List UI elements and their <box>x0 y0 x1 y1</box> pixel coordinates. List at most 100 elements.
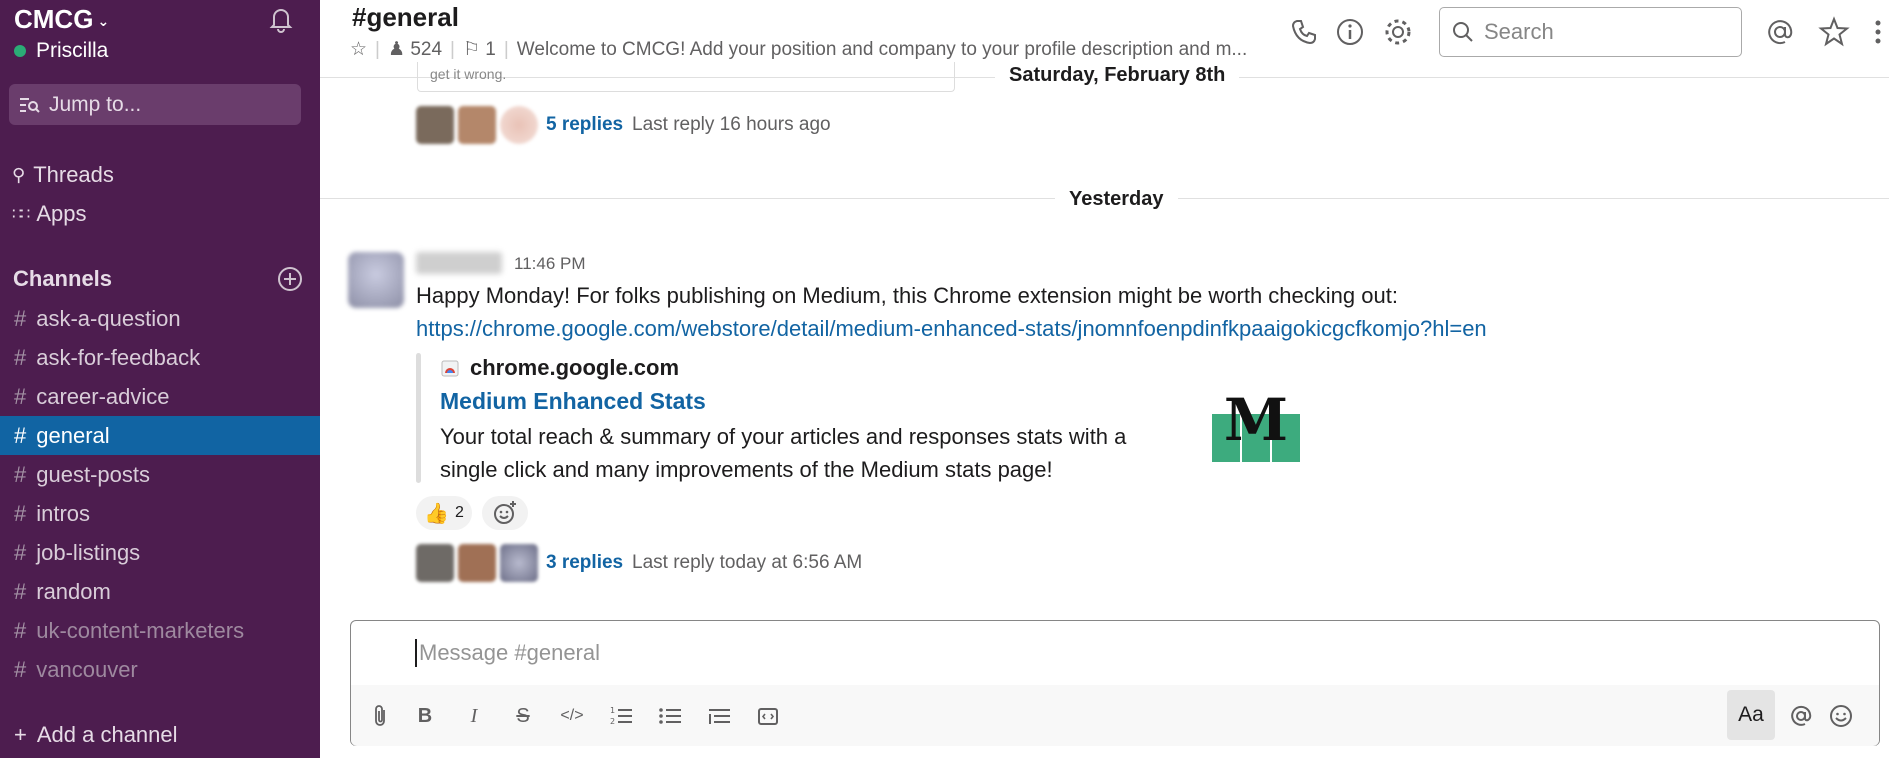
previous-message-snippet: get it wrong. <box>417 62 955 92</box>
message-composer[interactable]: Message #general B I S </> 12 Aa <box>350 620 1880 746</box>
sidebar-item-channel[interactable]: # ask-a-question <box>0 299 320 338</box>
chevron-down-icon: ⌄ <box>97 13 110 29</box>
message-text: Happy Monday! For folks publishing on Me… <box>416 283 1398 308</box>
ordered-list-icon[interactable]: 12 <box>605 700 637 732</box>
message-timestamp[interactable]: 11:46 PM <box>514 254 586 274</box>
sidebar: CMCG ⌄ Priscilla Jump to... ⚲ Threads ∷∷… <box>0 0 320 758</box>
thread-participant-avatar <box>500 106 538 144</box>
sidebar-item-channel[interactable]: # intros <box>0 494 320 533</box>
jump-to-icon <box>20 97 40 113</box>
pins-button[interactable]: ⚐ 1 <box>463 38 496 61</box>
sidebar-item-label: Threads <box>33 162 114 187</box>
channels-header[interactable]: Channels <box>13 266 303 292</box>
sidebar-item-channel[interactable]: # guest-posts <box>0 455 320 494</box>
medium-logo-thumbnail[interactable]: M <box>1212 374 1300 462</box>
plus-icon: + <box>14 722 27 747</box>
search-icon <box>1453 22 1473 42</box>
channel-label: vancouver <box>36 656 138 682</box>
jump-to-button[interactable]: Jump to... <box>9 84 301 125</box>
thread-replies-link[interactable]: 5 replies <box>546 114 623 136</box>
sidebar-item-threads[interactable]: ⚲ Threads <box>12 162 114 188</box>
thread-participant-avatar <box>458 106 496 144</box>
person-icon: ♟ <box>387 39 406 60</box>
workspace-menu[interactable]: CMCG ⌄ <box>14 4 109 35</box>
thread-participant-avatar <box>416 106 454 144</box>
hash-icon: # <box>14 539 27 565</box>
bulleted-list-icon[interactable] <box>654 700 686 732</box>
channel-label: job-listings <box>36 539 141 565</box>
mention-icon[interactable] <box>1785 700 1817 732</box>
phone-icon[interactable] <box>1288 16 1320 48</box>
hash-icon: # <box>14 344 27 370</box>
hash-icon: # <box>14 422 27 448</box>
bold-icon[interactable]: B <box>409 700 441 732</box>
formatting-toggle-button[interactable]: Aa <box>1727 690 1775 740</box>
sidebar-item-channel[interactable]: # career-advice <box>0 377 320 416</box>
attachment-title-link[interactable]: Medium Enhanced Stats <box>440 388 706 415</box>
sidebar-item-channel-active[interactable]: # general <box>0 416 320 455</box>
channel-title[interactable]: #general <box>352 2 459 33</box>
add-channel-button[interactable]: + Add a channel <box>14 722 178 748</box>
add-channel-label: Add a channel <box>36 722 178 747</box>
divider: | <box>375 38 380 60</box>
add-channel-plus-icon[interactable] <box>277 266 303 292</box>
pin-icon: ⚐ <box>462 39 480 60</box>
paperclip-icon[interactable] <box>365 700 397 732</box>
divider: | <box>503 38 509 60</box>
starred-items-icon[interactable] <box>1818 16 1850 48</box>
composer-toolbar: B I S </> 12 Aa <box>351 685 1879 746</box>
code-block-icon[interactable] <box>752 700 784 732</box>
more-options-icon[interactable] <box>1862 16 1889 48</box>
sidebar-item-channel[interactable]: # job-listings <box>0 533 320 572</box>
sidebar-item-label: Apps <box>36 201 87 226</box>
search-placeholder: Search <box>1484 19 1554 44</box>
hash-icon: # <box>14 461 27 487</box>
attachment-bar <box>416 353 421 483</box>
hash-icon: # <box>14 383 27 409</box>
channel-label: random <box>36 578 111 604</box>
thumbs-up-reaction[interactable]: 👍 2 <box>416 496 472 530</box>
attachment-source-label: chrome.google.com <box>470 355 680 380</box>
emoji-icon[interactable] <box>1825 700 1857 732</box>
sender-name[interactable] <box>416 252 502 274</box>
channel-meta: ☆ | ♟ 524 | ⚐ 1 | Welcome to CMCG! Add y… <box>350 38 1247 61</box>
current-user[interactable]: Priscilla <box>14 39 108 63</box>
message-link[interactable]: https://chrome.google.com/webstore/detai… <box>416 316 1487 342</box>
sidebar-item-channel[interactable]: # uk-content-marketers <box>0 611 320 650</box>
hash-icon: # <box>14 617 27 643</box>
info-icon[interactable] <box>1334 16 1366 48</box>
code-icon[interactable]: </> <box>556 700 588 732</box>
sidebar-item-channel[interactable]: # ask-for-feedback <box>0 338 320 377</box>
gear-icon[interactable] <box>1382 16 1414 48</box>
channel-label: ask-for-feedback <box>36 344 201 370</box>
search-input[interactable]: Search <box>1439 7 1742 57</box>
thumbs-up-icon: 👍 <box>424 502 449 525</box>
thread-replies-link[interactable]: 3 replies <box>546 552 623 574</box>
sidebar-item-channel[interactable]: # random <box>0 572 320 611</box>
channel-topic[interactable]: Welcome to CMCG! Add your position and c… <box>517 39 1247 61</box>
user-name: Priscilla <box>36 39 109 62</box>
channel-label: uk-content-marketers <box>36 617 245 643</box>
sender-avatar[interactable] <box>348 252 404 308</box>
strikethrough-icon[interactable]: S <box>507 700 539 732</box>
mentions-icon[interactable] <box>1764 16 1796 48</box>
jump-to-label: Jump to... <box>49 92 142 116</box>
star-icon[interactable]: ☆ <box>350 38 367 61</box>
medium-logo-letter: M <box>1224 386 1288 454</box>
member-count: 524 <box>410 39 443 60</box>
channel-label: career-advice <box>36 383 170 409</box>
sidebar-item-apps[interactable]: ∷∷ Apps <box>12 201 87 227</box>
attachment-source: chrome.google.com <box>440 355 679 381</box>
chrome-webstore-icon <box>441 360 459 377</box>
channels-heading: Channels <box>13 266 113 291</box>
hash-icon: # <box>14 305 27 331</box>
sidebar-item-channel[interactable]: # vancouver <box>0 650 320 689</box>
members-button[interactable]: ♟ 524 <box>388 38 442 61</box>
bell-icon[interactable] <box>266 4 296 34</box>
message-input[interactable]: Message #general <box>415 639 600 667</box>
italic-icon[interactable]: I <box>458 700 490 732</box>
add-reaction-button[interactable] <box>482 496 528 530</box>
blockquote-icon[interactable] <box>703 700 735 732</box>
hash-icon: # <box>14 656 27 682</box>
channel-label: guest-posts <box>36 461 150 487</box>
